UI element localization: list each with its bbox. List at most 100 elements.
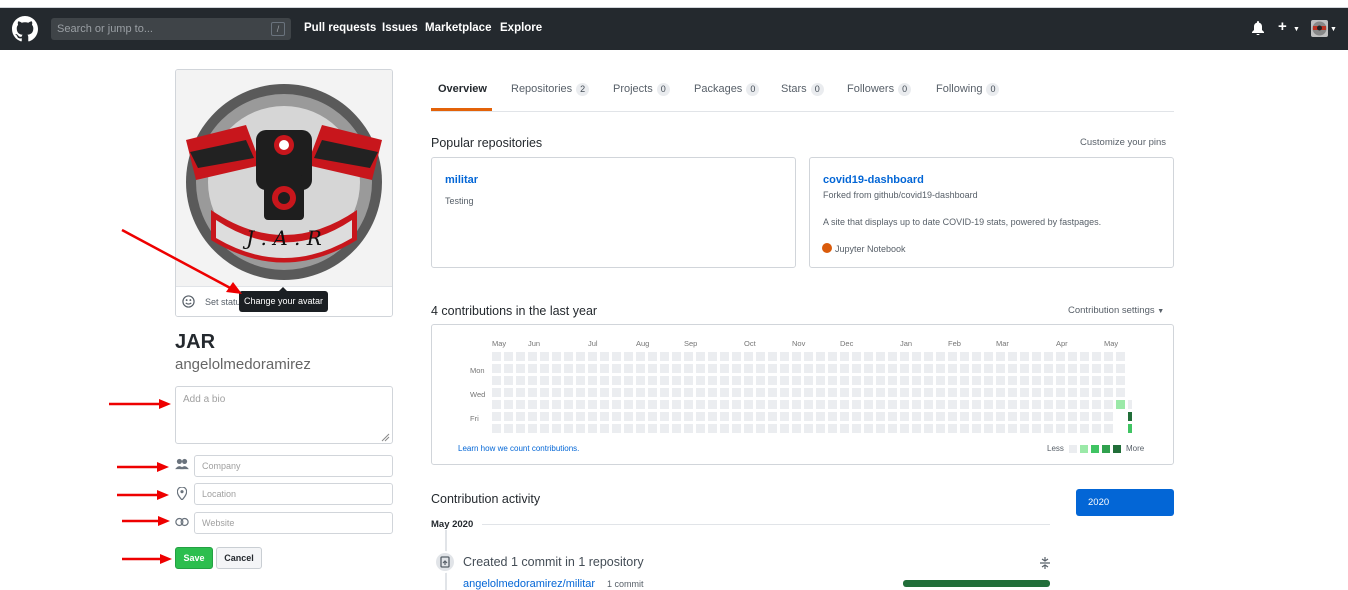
contribution-day-cell bbox=[924, 400, 933, 409]
user-avatar[interactable] bbox=[1311, 20, 1328, 37]
month-label: Oct bbox=[744, 339, 756, 348]
contribution-day-cell bbox=[1068, 412, 1077, 421]
search-box[interactable]: / bbox=[51, 18, 291, 40]
nav-marketplace[interactable]: Marketplace bbox=[425, 22, 491, 34]
contribution-day-cell bbox=[1080, 412, 1089, 421]
month-label: Sep bbox=[684, 339, 698, 348]
nav-issues[interactable]: Issues bbox=[382, 22, 418, 34]
contribution-day-cell bbox=[1128, 400, 1132, 409]
chevron-down-icon: ▼ bbox=[1293, 26, 1300, 33]
tab-followers[interactable]: Followers 0 bbox=[847, 83, 912, 96]
nav-pull-requests[interactable]: Pull requests bbox=[304, 22, 376, 34]
contribution-day-cell bbox=[624, 424, 633, 433]
save-button[interactable]: Save bbox=[175, 547, 213, 569]
github-logo-icon[interactable] bbox=[12, 16, 38, 42]
contribution-day-cell bbox=[852, 412, 861, 421]
contribution-day-cell bbox=[804, 424, 813, 433]
website-field[interactable] bbox=[194, 512, 393, 534]
contribution-day-cell bbox=[900, 388, 909, 397]
contribution-day-cell bbox=[876, 400, 885, 409]
bio-field[interactable] bbox=[175, 386, 393, 444]
repo-name-link[interactable]: militar bbox=[445, 174, 478, 186]
contribution-day-cell bbox=[756, 400, 765, 409]
contribution-day-cell bbox=[1080, 376, 1089, 385]
contribution-day-cell bbox=[540, 352, 549, 361]
month-label: Jan bbox=[900, 339, 913, 348]
month-label: Aug bbox=[636, 339, 650, 348]
contribution-day-cell bbox=[504, 376, 513, 385]
contribution-day-cell bbox=[696, 364, 705, 373]
contribution-day-cell bbox=[516, 412, 525, 421]
day-label: Mon bbox=[470, 366, 485, 375]
plus-icon[interactable]: + bbox=[1278, 18, 1287, 35]
contribution-day-cell bbox=[744, 412, 753, 421]
contribution-day-cell bbox=[1056, 412, 1065, 421]
fold-icon[interactable] bbox=[1039, 556, 1051, 570]
customize-pins-link[interactable]: Customize your pins bbox=[1080, 137, 1166, 148]
contribution-day-cell bbox=[756, 352, 765, 361]
tab-stars[interactable]: Stars 0 bbox=[781, 83, 824, 96]
contribution-day-cell bbox=[600, 376, 609, 385]
contribution-day-cell bbox=[1032, 352, 1041, 361]
contribution-day-cell bbox=[504, 424, 513, 433]
year-2020-button[interactable]: 2020 bbox=[1076, 489, 1174, 516]
contribution-day-cell bbox=[1080, 400, 1089, 409]
contribution-day-cell bbox=[948, 412, 957, 421]
contribution-day-cell bbox=[720, 364, 729, 373]
contribution-day-cell bbox=[948, 376, 957, 385]
nav-explore[interactable]: Explore bbox=[500, 22, 542, 34]
contribution-day-cell bbox=[588, 376, 597, 385]
contribution-day-cell bbox=[660, 364, 669, 373]
legend-swatch bbox=[1080, 445, 1088, 453]
resize-handle-icon[interactable] bbox=[381, 433, 390, 442]
contribution-day-cell bbox=[516, 388, 525, 397]
contribution-day-cell bbox=[708, 412, 717, 421]
chevron-down-icon: ▼ bbox=[1330, 26, 1337, 33]
repo-name-link[interactable]: covid19-dashboard bbox=[823, 174, 924, 186]
repo-fork-info: Forked from github/covid19-dashboard bbox=[823, 190, 978, 200]
contribution-day-cell bbox=[840, 400, 849, 409]
contribution-day-cell bbox=[1020, 412, 1029, 421]
contribution-day-cell bbox=[936, 400, 945, 409]
cancel-button[interactable]: Cancel bbox=[216, 547, 262, 569]
contribution-day-cell bbox=[588, 352, 597, 361]
contribution-day-cell bbox=[756, 376, 765, 385]
learn-contributions-link[interactable]: Learn how we count contributions. bbox=[458, 444, 579, 453]
annotation-arrow-avatar bbox=[121, 228, 242, 294]
company-field[interactable] bbox=[194, 455, 393, 477]
contribution-day-cell bbox=[696, 388, 705, 397]
tab-projects[interactable]: Projects 0 bbox=[613, 83, 670, 96]
contribution-day-cell bbox=[900, 424, 909, 433]
tab-following[interactable]: Following 0 bbox=[936, 83, 1000, 96]
contribution-day-cell bbox=[684, 412, 693, 421]
search-input[interactable] bbox=[51, 18, 291, 40]
contribution-day-cell bbox=[936, 412, 945, 421]
contribution-day-cell bbox=[516, 424, 525, 433]
contribution-day-cell bbox=[1032, 424, 1041, 433]
contribution-day-cell bbox=[924, 376, 933, 385]
contribution-day-cell bbox=[636, 424, 645, 433]
contribution-day-cell bbox=[1044, 352, 1053, 361]
contribution-day-cell bbox=[528, 376, 537, 385]
bell-icon[interactable] bbox=[1252, 21, 1264, 35]
contribution-settings-dropdown[interactable]: Contribution settings ▼ bbox=[1068, 305, 1164, 316]
tab-overview[interactable]: Overview bbox=[438, 83, 487, 95]
contribution-day-cell bbox=[984, 412, 993, 421]
contribution-day-cell bbox=[516, 364, 525, 373]
contribution-day-cell bbox=[936, 352, 945, 361]
location-field[interactable] bbox=[194, 483, 393, 505]
contribution-day-cell bbox=[600, 388, 609, 397]
tab-repositories[interactable]: Repositories 2 bbox=[511, 83, 590, 96]
contribution-day-cell bbox=[912, 412, 921, 421]
contribution-day-cell bbox=[756, 424, 765, 433]
tab-packages[interactable]: Packages 0 bbox=[694, 83, 760, 96]
contribution-day-cell bbox=[792, 352, 801, 361]
contribution-day-cell bbox=[864, 412, 873, 421]
activity-commit-count: 1 commit bbox=[607, 579, 644, 589]
activity-repo-link[interactable]: angelolmedoramirez/militar bbox=[463, 578, 595, 590]
contribution-day-cell bbox=[552, 376, 561, 385]
language-color-dot bbox=[822, 243, 832, 253]
contribution-calendar: May Jun Jul Aug Sep Oct Nov Dec Jan Feb … bbox=[431, 324, 1174, 465]
contribution-day-cell bbox=[1104, 352, 1113, 361]
tab-count: 0 bbox=[986, 83, 1000, 96]
